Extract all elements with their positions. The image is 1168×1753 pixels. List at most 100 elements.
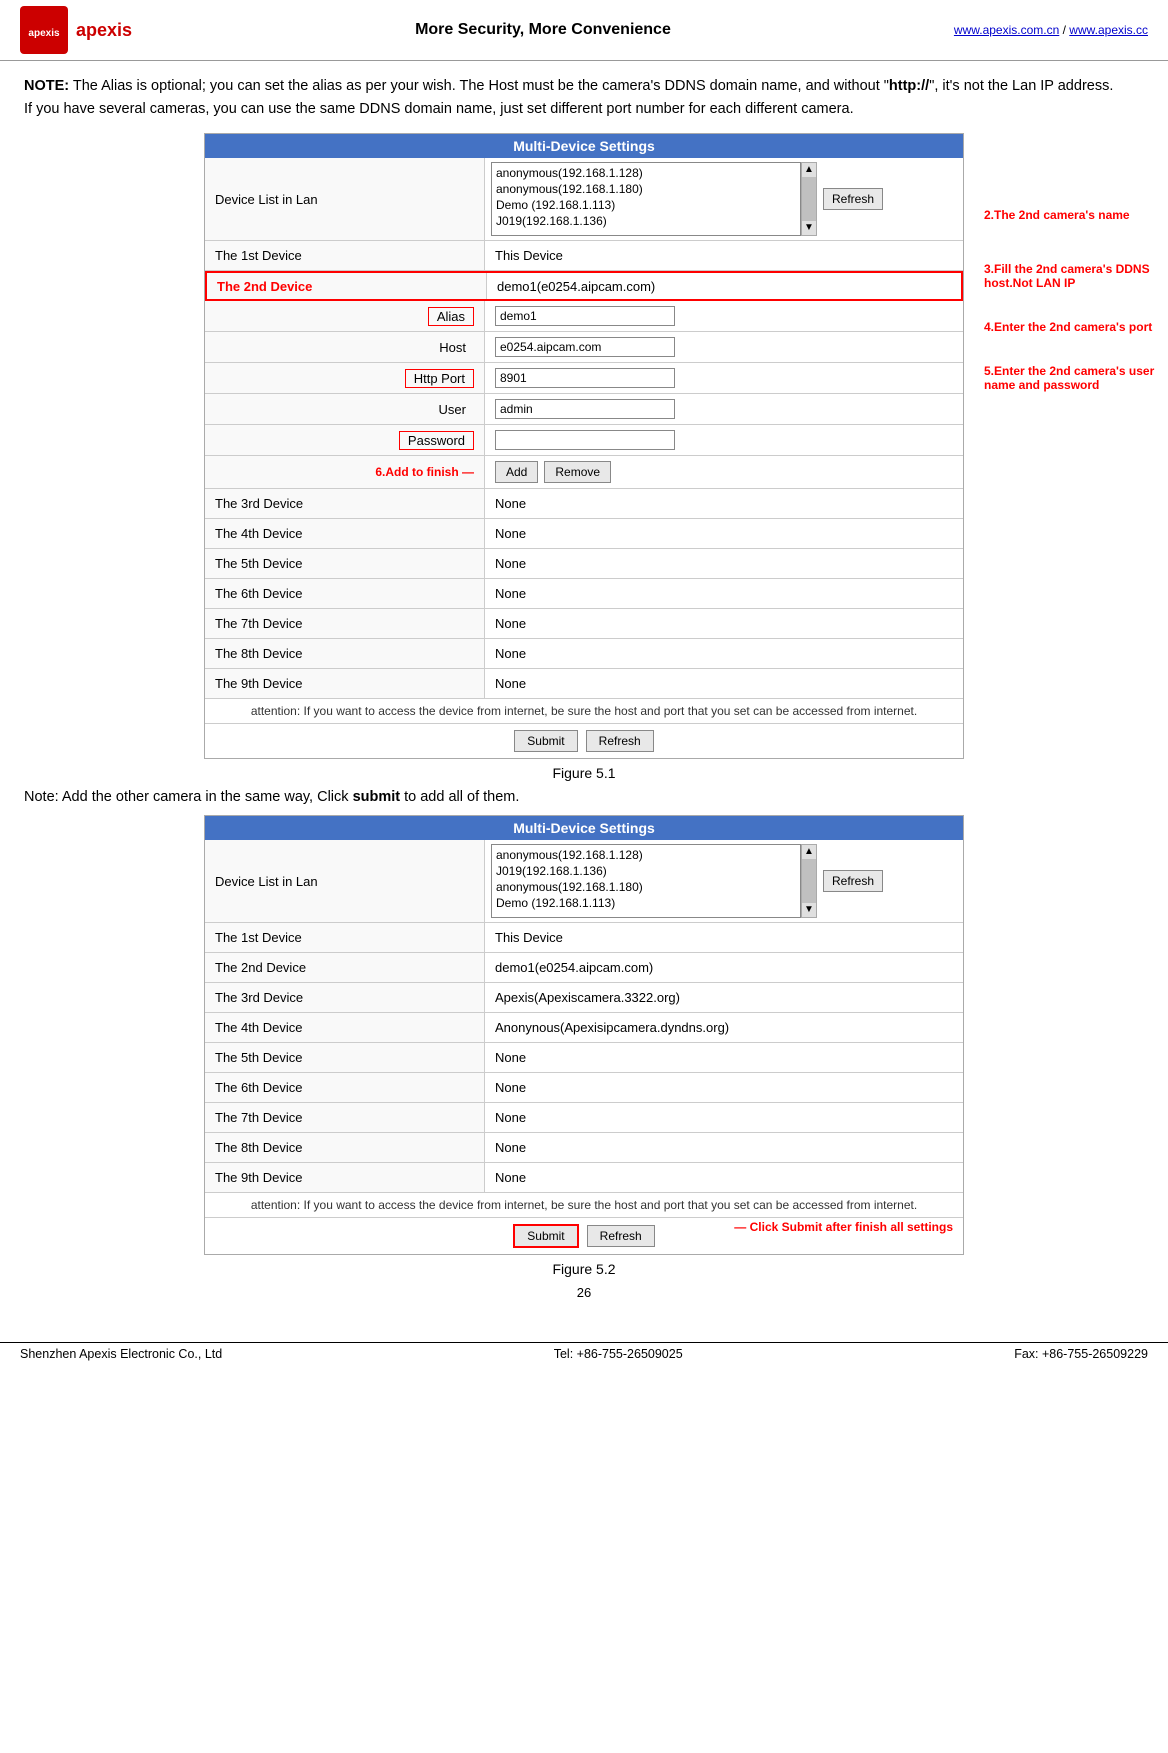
annotation-step3: 3.Fill the 2nd camera's DDNS host.Not LA… [984, 262, 1168, 290]
scroll-track-2 [802, 859, 816, 903]
user-label: User [431, 401, 474, 418]
label-1st: The 1st Device [205, 241, 485, 270]
httpport-row: Http Port [205, 363, 963, 394]
user-row: User [205, 394, 963, 425]
header-link2[interactable]: www.apexis.cc [1069, 23, 1148, 37]
value2-8th: None [485, 1133, 963, 1162]
list-item[interactable]: anonymous(192.168.1.128) [494, 847, 798, 863]
note-line2: If you have several cameras, you can use… [24, 101, 854, 117]
row-7th-device: The 7th Device None [205, 609, 963, 639]
scroll-down-icon-2[interactable]: ▼ [804, 903, 814, 917]
figure-5-2-wrapper: Multi-Device Settings Device List in Lan… [204, 815, 964, 1255]
user-input[interactable] [495, 399, 675, 419]
alias-value-cell [485, 301, 963, 331]
device-list-label-2: Device List in Lan [205, 840, 485, 922]
scroll-down-icon[interactable]: ▼ [804, 221, 814, 235]
note-bold: NOTE: [24, 78, 69, 94]
value-8th: None [485, 639, 963, 668]
refresh-button-1[interactable]: Refresh [823, 188, 883, 210]
label2-8th: The 8th Device [205, 1133, 485, 1162]
list-item[interactable]: J019(192.168.1.136) [494, 213, 798, 229]
label2-2nd: The 2nd Device [205, 953, 485, 982]
footer-fax: Fax: +86-755-26509229 [1014, 1347, 1148, 1361]
label-2nd-text: The 2nd Device [217, 279, 312, 294]
note-between: Note: Add the other camera in the same w… [24, 789, 1144, 805]
row2-8th-device: The 8th Device None [205, 1133, 963, 1163]
value-1st: This Device [485, 241, 963, 270]
list-item[interactable]: anonymous(192.168.1.180) [494, 879, 798, 895]
figure-5-2-container: Multi-Device Settings Device List in Lan… [24, 815, 1144, 1277]
value-4th: None [485, 519, 963, 548]
footer-company: Shenzhen Apexis Electronic Co., Ltd [20, 1347, 222, 1361]
list-item[interactable]: anonymous(192.168.1.128) [494, 165, 798, 181]
label-9th: The 9th Device [205, 669, 485, 698]
logo-text: apexis [76, 20, 132, 41]
click-submit-annotation: — Click Submit after finish all settings [734, 1220, 953, 1234]
notice-2: attention: If you want to access the dev… [205, 1193, 963, 1218]
value-3rd: None [485, 489, 963, 518]
scroll-up-icon[interactable]: ▲ [804, 163, 814, 177]
annotation-step2: 2.The 2nd camera's name [984, 208, 1168, 222]
row-6th-device: The 6th Device None [205, 579, 963, 609]
value-9th: None [485, 669, 963, 698]
list-item[interactable]: anonymous(192.168.1.180) [494, 181, 798, 197]
remove-button[interactable]: Remove [544, 461, 611, 483]
figure-5-1-wrapper: Multi-Device Settings Device List in Lan… [204, 133, 964, 759]
submit-button-1[interactable]: Submit [514, 730, 577, 752]
scroll-track [802, 177, 816, 221]
header-link1[interactable]: www.apexis.com.cn [954, 23, 1059, 37]
row2-5th-device: The 5th Device None [205, 1043, 963, 1073]
submit-row-2: Submit Refresh — Click Submit after fini… [205, 1218, 963, 1254]
host-row: Host [205, 332, 963, 363]
device-listbox-2[interactable]: anonymous(192.168.1.128) J019(192.168.1.… [491, 844, 801, 918]
alias-input[interactable] [495, 306, 675, 326]
label-7th: The 7th Device [205, 609, 485, 638]
svg-text:apexis: apexis [28, 28, 60, 39]
value2-2nd: demo1(e0254.aipcam.com) [485, 953, 963, 982]
submit-button-2[interactable]: Submit [513, 1224, 578, 1248]
value-2nd: demo1(e0254.aipcam.com) [487, 273, 961, 299]
apexis-logo-icon: apexis [20, 6, 68, 54]
httpport-input[interactable] [495, 368, 675, 388]
scrollbar-2[interactable]: ▲ ▼ [801, 844, 817, 918]
label2-6th: The 6th Device [205, 1073, 485, 1102]
scrollbar-1[interactable]: ▲ ▼ [801, 162, 817, 236]
add-button[interactable]: Add [495, 461, 538, 483]
user-value-cell [485, 394, 963, 424]
row2-6th-device: The 6th Device None [205, 1073, 963, 1103]
label2-7th: The 7th Device [205, 1103, 485, 1132]
row-9th-device: The 9th Device None [205, 669, 963, 699]
httpport-label-box: Http Port [405, 369, 474, 388]
device-list-row-1: Device List in Lan anonymous(192.168.1.1… [205, 158, 963, 241]
list-item[interactable]: Demo (192.168.1.113) [494, 895, 798, 911]
device-listbox-1[interactable]: anonymous(192.168.1.128) anonymous(192.1… [491, 162, 801, 236]
panel-figure-1: Multi-Device Settings Device List in Lan… [204, 133, 964, 759]
password-row: Password [205, 425, 963, 456]
refresh-button-bottom-2[interactable]: Refresh [587, 1225, 655, 1247]
refresh-button-2[interactable]: Refresh [823, 870, 883, 892]
value-6th: None [485, 579, 963, 608]
row-5th-device: The 5th Device None [205, 549, 963, 579]
list-item[interactable]: Demo (192.168.1.113) [494, 197, 798, 213]
scroll-up-icon-2[interactable]: ▲ [804, 845, 814, 859]
label-4th: The 4th Device [205, 519, 485, 548]
page-header: apexis apexis More Security, More Conven… [0, 0, 1168, 61]
device-list-content-1: anonymous(192.168.1.128) anonymous(192.1… [485, 158, 963, 240]
row2-9th-device: The 9th Device None [205, 1163, 963, 1193]
figure-1-caption: Figure 5.1 [552, 765, 615, 781]
panel-figure-2: Multi-Device Settings Device List in Lan… [204, 815, 964, 1255]
refresh-button-bottom-1[interactable]: Refresh [586, 730, 654, 752]
httpport-value-cell [485, 363, 963, 393]
host-input[interactable] [495, 337, 675, 357]
label-5th: The 5th Device [205, 549, 485, 578]
row2-1st-device: The 1st Device This Device [205, 923, 963, 953]
value-5th: None [485, 549, 963, 578]
list-item[interactable]: J019(192.168.1.136) [494, 863, 798, 879]
figure-2-caption: Figure 5.2 [552, 1261, 615, 1277]
row2-2nd-device: The 2nd Device demo1(e0254.aipcam.com) [205, 953, 963, 983]
row2-7th-device: The 7th Device None [205, 1103, 963, 1133]
header-title: More Security, More Convenience [132, 21, 954, 39]
header-links[interactable]: www.apexis.com.cn / www.apexis.cc [954, 23, 1148, 37]
password-input[interactable] [495, 430, 675, 450]
footer-tel: Tel: +86-755-26509025 [554, 1347, 683, 1361]
